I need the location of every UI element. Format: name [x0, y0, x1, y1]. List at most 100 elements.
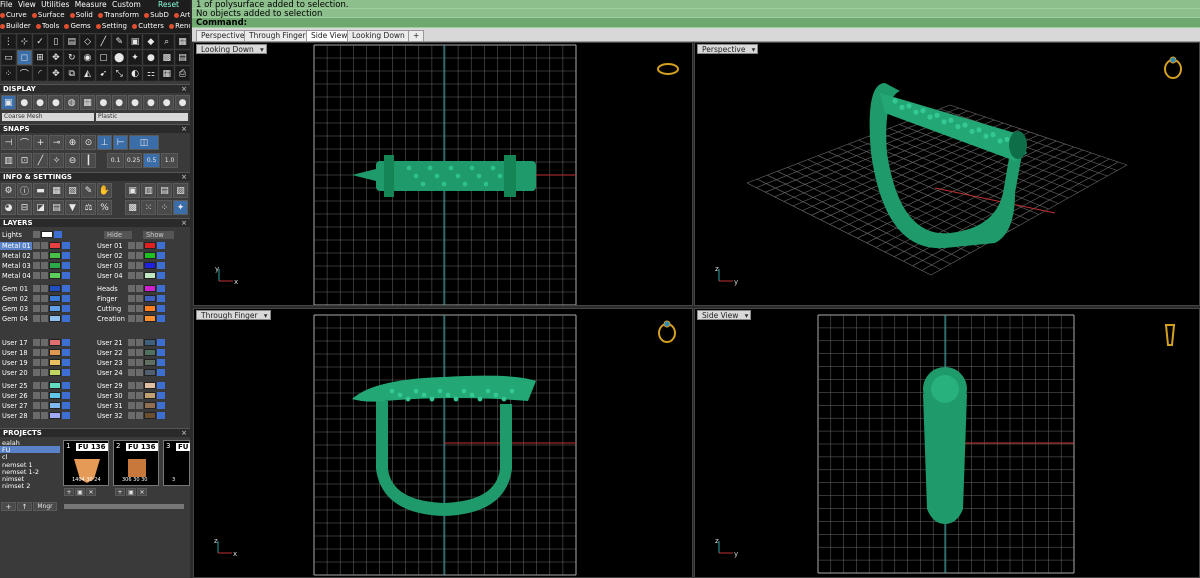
- layer-visibility-toggle[interactable]: [128, 369, 135, 376]
- layer-lock-toggle[interactable]: [41, 339, 48, 346]
- scale-icon[interactable]: ⤡: [111, 66, 127, 81]
- shaded-icon[interactable]: ●: [16, 95, 32, 110]
- stand-icon[interactable]: ▨: [173, 183, 188, 198]
- light-icon[interactable]: ✦: [127, 50, 143, 65]
- snaps-header[interactable]: SNAPS ×: [0, 124, 190, 133]
- layer-lock-toggle[interactable]: [41, 272, 48, 279]
- delete-icon[interactable]: ✕: [86, 488, 96, 496]
- sphere-icon[interactable]: ●: [143, 50, 159, 65]
- tool-gems[interactable]: Gems: [64, 22, 91, 30]
- layers-header[interactable]: LAYERS ×: [0, 218, 190, 227]
- layer-visibility-toggle[interactable]: [128, 295, 135, 302]
- percent-icon[interactable]: %: [97, 200, 112, 215]
- tab-side-view[interactable]: Side View: [306, 30, 353, 42]
- snap-a-icon[interactable]: ▥: [1, 153, 16, 168]
- layer-row[interactable]: Metal 04: [0, 271, 70, 280]
- layer-visibility-toggle[interactable]: [33, 412, 40, 419]
- layer-color-swatch[interactable]: [144, 272, 156, 279]
- layer-visibility-toggle[interactable]: [128, 242, 135, 249]
- shield-tool-icon[interactable]: ◇: [80, 34, 95, 49]
- layer-lock[interactable]: [54, 231, 62, 238]
- boolean-icon[interactable]: ◐: [127, 66, 143, 81]
- xray-icon[interactable]: ◍: [64, 95, 80, 110]
- info-header[interactable]: INFO & SETTINGS ×: [0, 172, 190, 181]
- grid-settings-icon[interactable]: ▦: [49, 183, 64, 198]
- points-icon[interactable]: ⁘: [157, 200, 172, 215]
- layer-row[interactable]: User 31: [95, 401, 165, 410]
- layer-lock-toggle[interactable]: [136, 392, 143, 399]
- layer-row[interactable]: User 20: [0, 368, 70, 377]
- menu-measure[interactable]: Measure: [75, 0, 107, 9]
- move-icon[interactable]: ✥: [48, 66, 64, 81]
- layer-row[interactable]: User 32: [95, 411, 165, 420]
- layer-visibility-toggle[interactable]: [33, 402, 40, 409]
- snap-value-1[interactable]: 0.1: [107, 153, 124, 168]
- layer-lock-toggle[interactable]: [41, 359, 48, 366]
- viewport-side-view[interactable]: zy Side View ▾: [694, 308, 1200, 578]
- tool-cutters[interactable]: Cutters: [132, 22, 164, 30]
- layer-row[interactable]: User 23: [95, 358, 165, 367]
- layer-color-swatch[interactable]: [49, 295, 61, 302]
- info-icon[interactable]: ⓘ: [17, 183, 32, 198]
- add-project-icon[interactable]: +: [1, 502, 16, 511]
- viewport-label[interactable]: Side View ▾: [697, 310, 752, 320]
- add-icon[interactable]: +: [64, 488, 74, 496]
- layer-lock-toggle[interactable]: [136, 242, 143, 249]
- arrow-icon[interactable]: ➹: [95, 66, 111, 81]
- project-item[interactable]: nemset 1-2: [0, 468, 60, 476]
- layer-visibility-toggle[interactable]: [128, 412, 135, 419]
- sparkle-icon[interactable]: ✦: [173, 200, 188, 215]
- snap-end-icon[interactable]: ⊣: [1, 135, 16, 150]
- layer-lock-toggle[interactable]: [136, 359, 143, 366]
- reset-button[interactable]: Reset: [158, 0, 179, 9]
- command-prompt[interactable]: Command:: [192, 18, 1200, 28]
- layer-row[interactable]: User 28: [0, 411, 70, 420]
- layer-visibility-toggle[interactable]: [33, 339, 40, 346]
- tool-solid[interactable]: Solid: [69, 11, 93, 19]
- layer-color-swatch[interactable]: [49, 369, 61, 376]
- gem-tool-icon[interactable]: ◆: [143, 34, 159, 49]
- layer-row[interactable]: User 02: [95, 251, 165, 260]
- snap-perp-icon[interactable]: ⊥: [97, 135, 112, 150]
- layer-lock-toggle[interactable]: [41, 369, 48, 376]
- layers-tool-icon[interactable]: ▤: [64, 34, 80, 49]
- layer-lock-toggle[interactable]: [41, 402, 48, 409]
- layer-visibility-toggle[interactable]: [128, 262, 135, 269]
- layer-row[interactable]: User 17: [0, 338, 70, 347]
- chrome-icon[interactable]: ●: [159, 95, 175, 110]
- tool-art[interactable]: Art: [174, 11, 190, 19]
- layer-color-swatch[interactable]: [49, 285, 61, 292]
- project-item[interactable]: ealah: [0, 439, 60, 447]
- layer-lock-toggle[interactable]: [41, 305, 48, 312]
- pdf-icon[interactable]: ▤: [49, 200, 64, 215]
- render-icon[interactable]: ●: [32, 95, 48, 110]
- cylinder-tool-icon[interactable]: ▯: [48, 34, 64, 49]
- collapse-icon[interactable]: ×: [181, 125, 187, 133]
- layer-color-swatch[interactable]: [144, 305, 156, 312]
- layer-visibility-toggle[interactable]: [128, 359, 135, 366]
- grid-tool-icon[interactable]: ⋮: [1, 34, 16, 49]
- layer-row[interactable]: User 18: [0, 348, 70, 357]
- light-swatch[interactable]: [41, 231, 53, 238]
- hand-icon[interactable]: ✋: [97, 183, 112, 198]
- layer-select-toggle[interactable]: [62, 339, 70, 346]
- layer-color-swatch[interactable]: [49, 412, 61, 419]
- color-icon[interactable]: ▧: [65, 183, 80, 198]
- tab-looking-down[interactable]: Looking Down: [347, 30, 410, 42]
- layer-row[interactable]: User 21: [95, 338, 165, 347]
- tool-tools[interactable]: Tools: [36, 22, 59, 30]
- layer-color-swatch[interactable]: [49, 339, 61, 346]
- layer-select-toggle[interactable]: [157, 295, 165, 302]
- layer-row[interactable]: Gem 04: [0, 314, 70, 323]
- tab-perspective[interactable]: Perspective: [196, 30, 250, 42]
- layer-color-swatch[interactable]: [144, 252, 156, 259]
- edit-tool-icon[interactable]: ✎: [111, 34, 127, 49]
- ghost-icon[interactable]: ●: [48, 95, 64, 110]
- layer-visibility-toggle[interactable]: [128, 349, 135, 356]
- tool-builder[interactable]: Builder: [0, 22, 31, 30]
- layer-lock-toggle[interactable]: [41, 412, 48, 419]
- layer-lock-toggle[interactable]: [136, 315, 143, 322]
- layer-select-toggle[interactable]: [157, 402, 165, 409]
- texture-icon[interactable]: ▩: [125, 200, 140, 215]
- tab-through-finger[interactable]: Through Finger: [244, 30, 311, 42]
